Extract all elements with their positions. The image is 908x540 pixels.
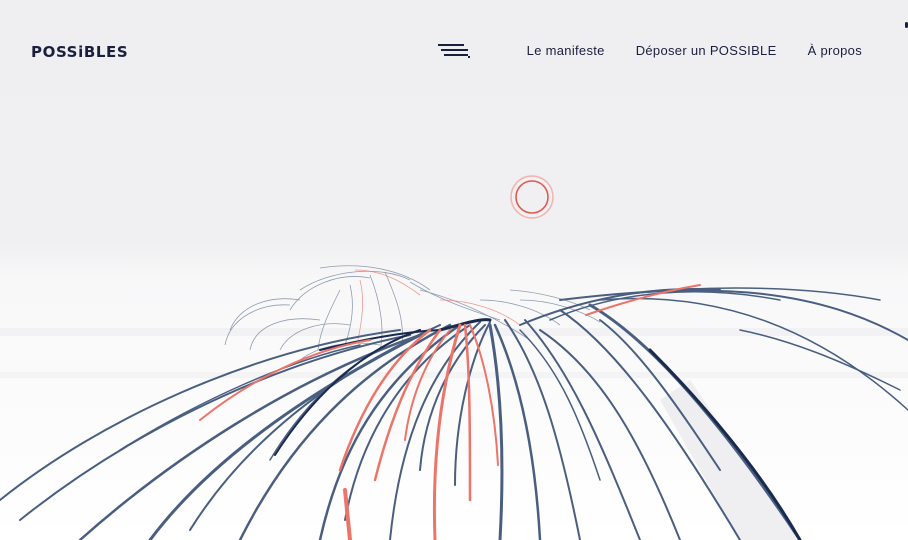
horizon-band [0, 372, 908, 378]
hamburger-dot [468, 56, 470, 58]
hamburger-line [444, 54, 468, 56]
hamburger-icon[interactable] [436, 44, 472, 60]
target-inner-ring [515, 180, 549, 214]
nav-link-manifeste[interactable]: Le manifeste [527, 43, 605, 58]
main-nav: Le manifeste Déposer un POSSIBLE À propo… [527, 43, 862, 58]
brand-logo[interactable]: POSSiBLES [31, 43, 128, 61]
target-outer-ring [510, 175, 554, 219]
hamburger-line [441, 49, 468, 51]
hamburger-line [438, 44, 464, 46]
nav-link-a-propos[interactable]: À propos [808, 43, 862, 58]
nav-link-deposer[interactable]: Déposer un POSSIBLE [636, 43, 777, 58]
circle-target-icon[interactable] [509, 174, 555, 220]
site-header: POSSiBLES Le manifeste Déposer un POSSIB… [0, 0, 908, 100]
